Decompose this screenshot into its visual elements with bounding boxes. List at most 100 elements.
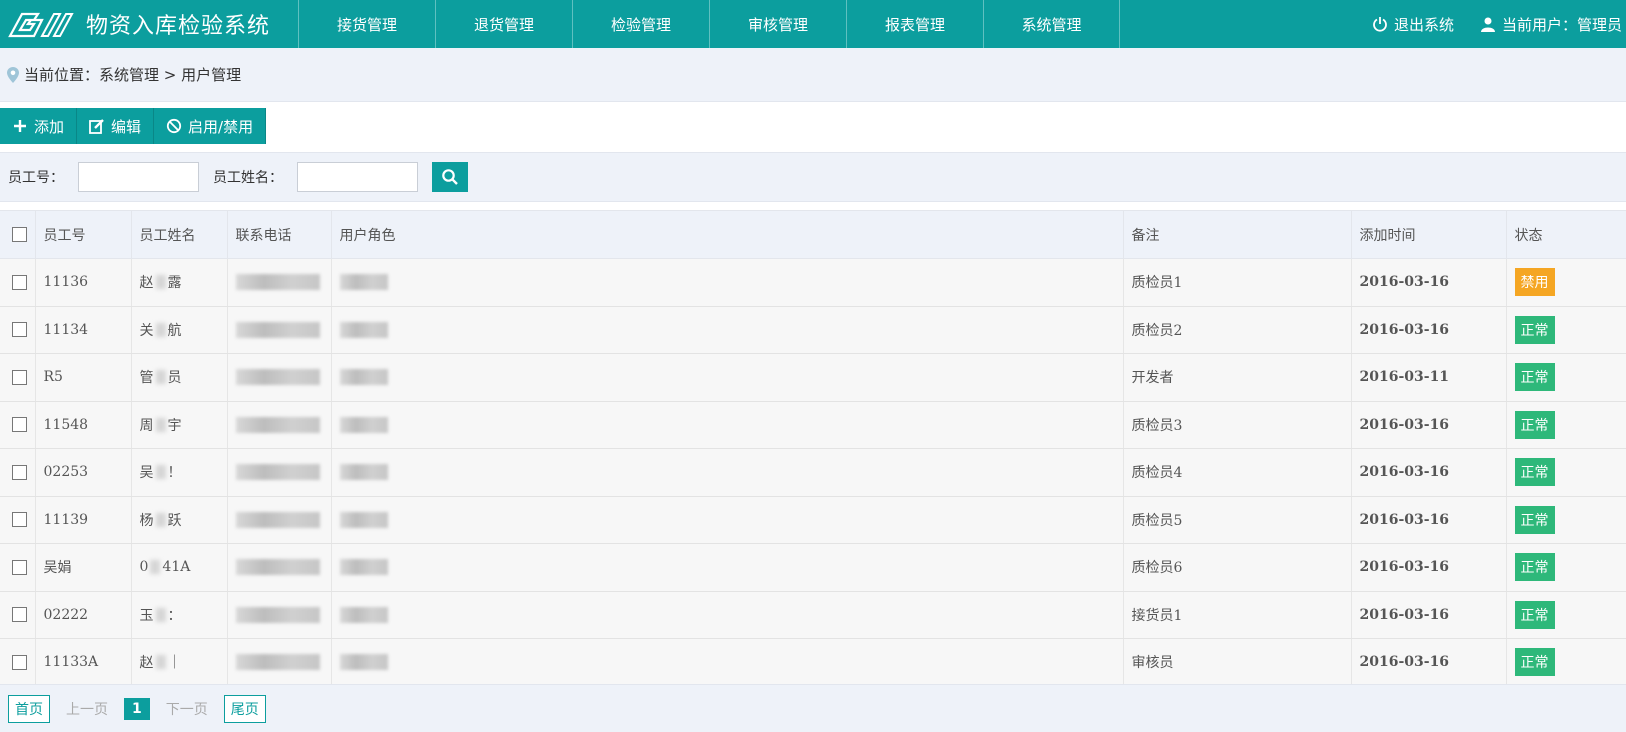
row-checkbox[interactable] <box>12 322 27 338</box>
toolbar: 添加 编辑 启用/禁用 <box>0 108 267 144</box>
emp-id-cell: 02253 <box>35 448 132 497</box>
row-select-cell <box>0 306 36 354</box>
redacted-block <box>155 655 166 670</box>
table-row[interactable]: 02253 吴！质检员4 2016-03-16 正常 <box>0 448 1626 497</box>
nav-item-reports[interactable]: 报表管理 <box>846 0 983 48</box>
emp-name-part: 宇 <box>167 417 182 434</box>
emp-name-part: 杨 <box>139 512 154 529</box>
user-table-wrap: 员工号 员工姓名 联系电话 用户角色 备注 添加时间 状态 11136 赵露质检员… <box>0 210 1626 687</box>
emp-id-input[interactable] <box>78 162 199 192</box>
nav-item-returns[interactable]: 退货管理 <box>435 0 572 48</box>
row-checkbox[interactable] <box>12 274 27 290</box>
redacted-role <box>339 416 388 433</box>
emp-name-cell: 玉： <box>131 591 228 639</box>
emp-id-cell: 11134 <box>35 306 132 354</box>
emp-id-cell: 吴娟 <box>35 543 132 592</box>
table-row[interactable]: R5 管员开发者 2016-03-11 正常 <box>0 353 1626 402</box>
row-checkbox[interactable] <box>12 607 27 623</box>
search-button[interactable] <box>432 162 468 192</box>
toggle-status-button[interactable]: 启用/禁用 <box>154 108 267 144</box>
redacted-role <box>339 559 388 576</box>
nav-item-receiving[interactable]: 接货管理 <box>298 0 435 48</box>
nav-item-inspection[interactable]: 检验管理 <box>572 0 709 48</box>
note-cell: 质检员2 <box>1123 306 1352 354</box>
redacted-block <box>155 465 166 480</box>
emp-name-part: 0 <box>139 559 149 576</box>
status-badge: 正常 <box>1514 458 1555 487</box>
next-page-button[interactable]: 下一页 <box>160 696 214 722</box>
add-button[interactable]: 添加 <box>0 108 78 144</box>
logout-label: 退出系统 <box>1393 15 1454 34</box>
status-cell: 正常 <box>1506 306 1626 354</box>
row-checkbox[interactable] <box>12 369 27 385</box>
note-cell: 开发者 <box>1123 353 1352 402</box>
prev-page-button[interactable]: 上一页 <box>60 696 114 722</box>
note-cell: 质检员4 <box>1123 448 1352 497</box>
emp-name-part: 关 <box>139 322 154 339</box>
toggle-status-label: 启用/禁用 <box>188 117 254 136</box>
emp-id-cell: 11139 <box>35 496 132 544</box>
row-checkbox[interactable] <box>12 654 27 670</box>
logout-button[interactable]: 退出系统 <box>1372 14 1454 35</box>
ban-icon <box>166 118 182 134</box>
role-cell <box>331 306 1124 354</box>
added-time-cell: 2016-03-16 <box>1351 496 1507 544</box>
added-time-cell: 2016-03-16 <box>1351 638 1507 687</box>
status-cell: 禁用 <box>1506 258 1626 307</box>
top-right: 退出系统 当前用户：管理员 <box>1372 0 1626 48</box>
row-checkbox[interactable] <box>12 512 27 528</box>
redacted-role <box>339 321 388 338</box>
note-cell: 质检员6 <box>1123 543 1352 592</box>
emp-id-cell: R5 <box>35 353 132 402</box>
redacted-phone <box>235 369 320 386</box>
col-header-emp-name[interactable]: 员工姓名 <box>131 210 228 259</box>
col-header-emp-id[interactable]: 员工号 <box>35 210 132 259</box>
emp-name-label: 员工姓名： <box>213 170 283 186</box>
col-header-added-time[interactable]: 添加时间 <box>1351 210 1507 259</box>
nav-item-system[interactable]: 系统管理 <box>983 0 1120 48</box>
status-badge: 正常 <box>1514 648 1555 677</box>
redacted-role <box>339 274 388 291</box>
row-checkbox[interactable] <box>12 464 27 480</box>
redacted-role <box>339 464 388 481</box>
table-row[interactable]: 02222 玉：接货员1 2016-03-16 正常 <box>0 591 1626 639</box>
table-row[interactable]: 11548 周宇质检员3 2016-03-16 正常 <box>0 401 1626 449</box>
last-page-button[interactable]: 尾页 <box>223 694 266 723</box>
status-cell: 正常 <box>1506 448 1626 497</box>
table-row[interactable]: 11134 关航质检员2 2016-03-16 正常 <box>0 306 1626 354</box>
emp-name-cell: 吴！ <box>131 448 228 497</box>
redacted-role <box>339 606 388 623</box>
breadcrumb-text: 当前位置：系统管理 > 用户管理 <box>24 66 242 84</box>
status-cell: 正常 <box>1506 496 1626 544</box>
table-row[interactable]: 11136 赵露质检员1 2016-03-16 禁用 <box>0 258 1626 307</box>
row-checkbox[interactable] <box>12 417 27 433</box>
current-page[interactable]: 1 <box>124 697 150 720</box>
row-checkbox[interactable] <box>12 559 27 575</box>
first-page-button[interactable]: 首页 <box>8 694 50 723</box>
emp-name-cell: 关航 <box>131 306 228 354</box>
nav-item-review[interactable]: 审核管理 <box>709 0 846 48</box>
redacted-phone <box>235 464 320 481</box>
emp-name-input[interactable] <box>297 162 418 192</box>
table-row[interactable]: 吴娟 0 41A 质检员6 2016-03-16 正常 <box>0 543 1626 592</box>
phone-cell <box>227 543 332 592</box>
table-row[interactable]: 11133A 赵｜审核员 2016-03-16 正常 <box>0 638 1626 687</box>
status-cell: 正常 <box>1506 401 1626 449</box>
phone-cell <box>227 401 332 449</box>
col-header-phone[interactable]: 联系电话 <box>227 210 332 259</box>
table-row[interactable]: 11139 杨跃质检员5 2016-03-16 正常 <box>0 496 1626 544</box>
select-all-checkbox[interactable] <box>12 227 27 242</box>
emp-name-part: ： <box>167 607 182 624</box>
col-header-role[interactable]: 用户角色 <box>331 210 1124 259</box>
col-header-note[interactable]: 备注 <box>1123 210 1352 259</box>
redacted-block <box>155 607 166 622</box>
redacted-block <box>155 512 166 527</box>
emp-id-cell: 11133A <box>35 638 132 687</box>
role-cell <box>331 258 1124 307</box>
redacted-phone <box>235 321 320 338</box>
col-header-status[interactable]: 状态 <box>1506 210 1626 259</box>
status-badge: 正常 <box>1514 600 1555 629</box>
main-nav: 接货管理 退货管理 检验管理 审核管理 报表管理 系统管理 <box>298 0 1120 48</box>
edit-button[interactable]: 编辑 <box>77 108 155 144</box>
phone-cell <box>227 638 332 687</box>
